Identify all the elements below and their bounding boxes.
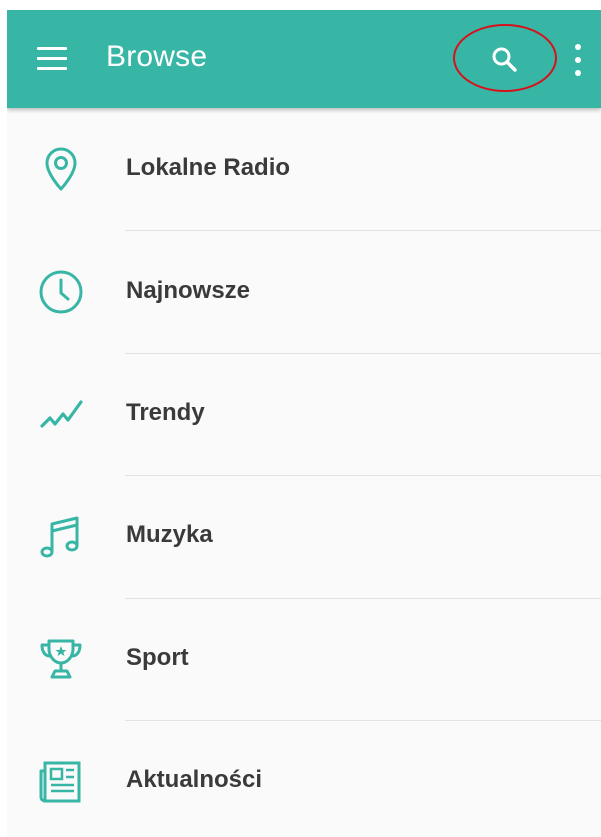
list-item-label: Muzyka: [126, 521, 213, 548]
trophy-icon: [37, 635, 85, 683]
list-item-najnowsze[interactable]: Najnowsze: [7, 231, 601, 353]
more-vertical-icon[interactable]: [567, 40, 589, 80]
location-pin-icon: [37, 145, 85, 193]
list-item-lokalne-radio[interactable]: Lokalne Radio: [7, 108, 601, 230]
list-item-label: Trendy: [126, 399, 205, 426]
list-item-trendy[interactable]: Trendy: [7, 353, 601, 475]
list-item-aktualnosci[interactable]: Aktualności: [7, 720, 601, 837]
list-item-label: Aktualności: [126, 766, 263, 793]
list-item-sport[interactable]: Sport: [7, 598, 601, 720]
browse-screen: Browse Lokalne Radio Najnowsze Trendy Mu…: [7, 10, 601, 837]
app-bar: Browse: [7, 10, 601, 108]
clock-icon: [37, 268, 85, 316]
page-title: Browse: [106, 40, 208, 73]
list-item-label: Lokalne Radio: [126, 154, 291, 181]
search-icon[interactable]: [487, 42, 523, 78]
list-item-muzyka[interactable]: Muzyka: [7, 475, 601, 597]
trending-icon: [37, 390, 85, 438]
menu-icon[interactable]: [33, 42, 71, 76]
list-item-label: Najnowsze: [126, 277, 251, 304]
list-item-label: Sport: [126, 644, 189, 671]
music-note-icon: [37, 512, 85, 560]
newspaper-icon: [37, 757, 85, 805]
